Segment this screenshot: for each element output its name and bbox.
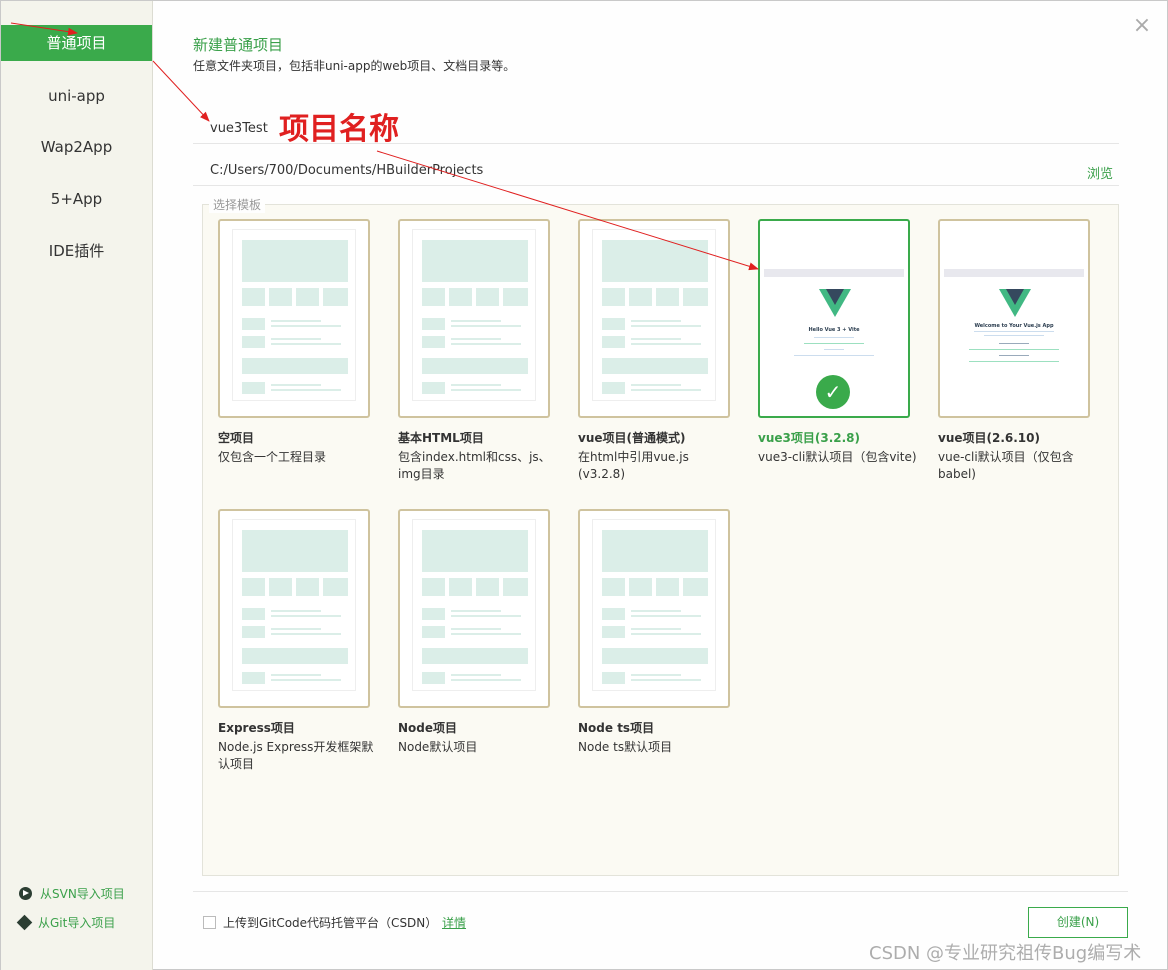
template-description: 包含index.html和css、js、img目录 — [398, 450, 551, 481]
template-card[interactable] — [218, 509, 370, 708]
template-card[interactable] — [218, 219, 370, 418]
template-thumbnail — [412, 229, 536, 401]
template-thumbnail — [412, 519, 536, 691]
upload-label: 上传到GitCode代码托管平台（CSDN） — [223, 916, 438, 930]
template-thumbnail — [232, 519, 356, 691]
template-title: vue项目(2.6.10) — [938, 431, 1040, 445]
template-title: 基本HTML项目 — [398, 431, 484, 445]
sidebar: 普通项目 uni-app Wap2App 5+App IDE插件 从SVN导入项… — [1, 1, 153, 970]
template-thumbnail — [592, 519, 716, 691]
template-thumbnail — [592, 229, 716, 401]
sidebar-item-normal-project[interactable]: 普通项目 — [1, 25, 152, 61]
template-title: vue项目(普通模式) — [578, 431, 686, 445]
page-subtitle: 任意文件夹项目，包括非uni-app的web项目、文档目录等。 — [193, 59, 516, 73]
checkmark-icon: ✓ — [816, 375, 850, 409]
template-card[interactable]: Hello Vue 3 + Vite ✓ — [758, 219, 910, 418]
details-link[interactable]: 详情 — [442, 914, 466, 931]
template-card[interactable] — [398, 219, 550, 418]
browse-link[interactable]: 浏览 — [1087, 163, 1113, 182]
template-title: Express项目 — [218, 721, 295, 735]
template-thumbnail — [232, 229, 356, 401]
watermark: CSDN @专业研究祖传Bug编写术 — [869, 943, 1142, 964]
sidebar-item-wap2app[interactable]: Wap2App — [1, 129, 152, 165]
new-project-dialog: 普通项目 uni-app Wap2App 5+App IDE插件 从SVN导入项… — [0, 0, 1168, 970]
template-card[interactable] — [398, 509, 550, 708]
vue2-heading: Welcome to Your Vue.js App — [974, 323, 1054, 329]
upload-checkbox[interactable] — [203, 916, 216, 929]
vue-logo-icon — [819, 289, 851, 317]
project-path-field[interactable] — [193, 156, 1119, 186]
template-card[interactable] — [578, 509, 730, 708]
template-title: vue3项目(3.2.8) — [758, 431, 860, 445]
vite-screenshot: Hello Vue 3 + Vite — [764, 269, 904, 365]
svn-icon — [19, 887, 32, 900]
vue2-screenshot: Welcome to Your Vue.js App — [944, 269, 1084, 365]
footer-divider — [193, 891, 1128, 892]
vue-logo-icon — [999, 289, 1031, 317]
template-title: Node项目 — [398, 721, 458, 735]
import-git-label: 从Git导入项目 — [38, 916, 116, 930]
vite-heading: Hello Vue 3 + Vite — [808, 327, 860, 333]
project-name-annotation: 项目名称 — [279, 112, 399, 147]
project-path-input[interactable] — [210, 163, 1070, 178]
import-svn-label: 从SVN导入项目 — [40, 887, 125, 901]
page-title: 新建普通项目 — [193, 36, 284, 54]
template-title: Node ts项目 — [578, 721, 655, 735]
sidebar-item-5plus-app[interactable]: 5+App — [1, 181, 152, 217]
import-git-link[interactable]: 从Git导入项目 — [16, 914, 116, 931]
template-description: Node.js Express开发框架默认项目 — [218, 740, 374, 771]
import-svn-link[interactable]: 从SVN导入项目 — [19, 885, 125, 902]
create-button[interactable]: 创建(N) — [1028, 907, 1128, 938]
template-description: vue-cli默认项目（仅包含babel) — [938, 450, 1074, 481]
sidebar-item-uni-app[interactable]: uni-app — [1, 78, 152, 114]
template-title: 空项目 — [218, 431, 255, 445]
template-description: vue3-cli默认项目（包含vite) — [758, 450, 917, 464]
close-icon[interactable]: × — [1132, 15, 1152, 37]
template-description: 仅包含一个工程目录 — [218, 450, 327, 464]
template-description: 在html中引用vue.js (v3.2.8) — [578, 450, 689, 481]
sidebar-item-ide-plugin[interactable]: IDE插件 — [1, 233, 152, 269]
template-card[interactable]: Welcome to Your Vue.js App — [938, 219, 1090, 418]
template-card[interactable] — [578, 219, 730, 418]
git-icon — [16, 914, 33, 931]
template-description: Node默认项目 — [398, 740, 478, 754]
template-legend: 选择模板 — [209, 196, 266, 213]
template-description: Node ts默认项目 — [578, 740, 673, 754]
